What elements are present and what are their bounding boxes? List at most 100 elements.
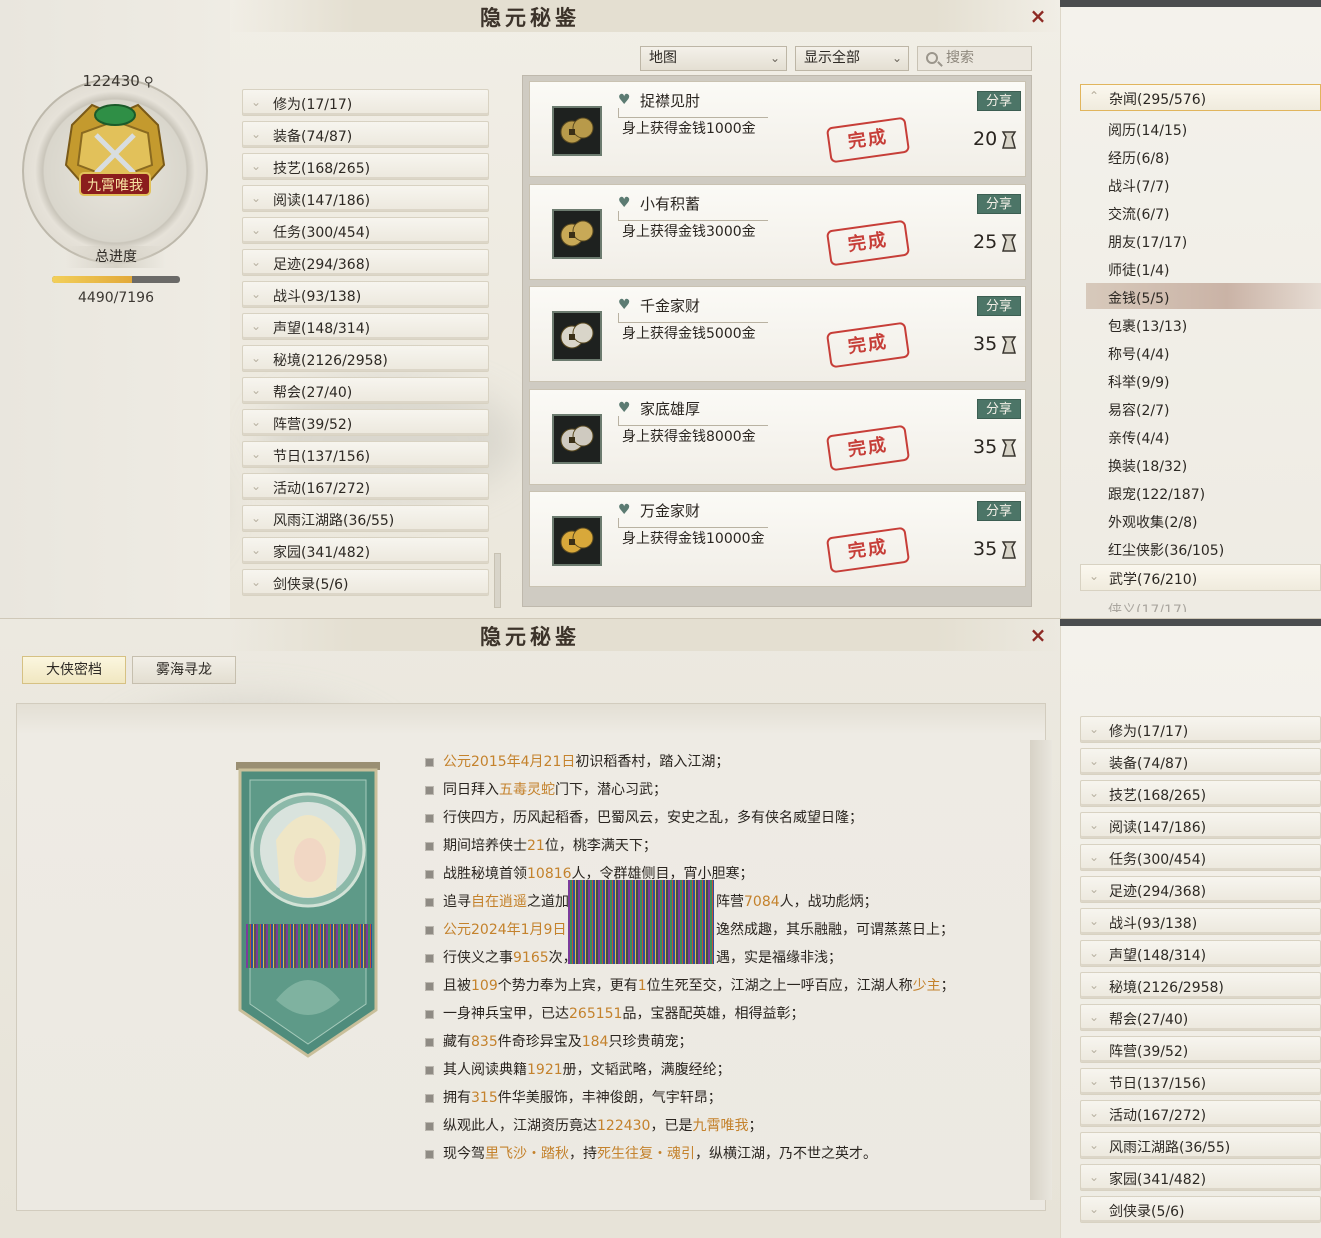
category-item-right-2[interactable]: ⌄ 技艺(168/265) xyxy=(1080,780,1321,807)
category-label: 装备(74/87) xyxy=(1109,756,1189,772)
category-item-8[interactable]: ⌄ 秘境(2126/2958) xyxy=(242,345,489,372)
bullet-icon xyxy=(425,785,434,795)
favorite-heart-icon[interactable]: ♥ xyxy=(618,400,631,416)
category-item-0[interactable]: ⌄ 修为(17/17) xyxy=(242,89,489,116)
subcategory-item[interactable]: 侠义(17/17) xyxy=(1108,600,1187,612)
category-item-right-12[interactable]: ⌄ 活动(167/272) xyxy=(1080,1100,1321,1127)
category-label: 修为(17/17) xyxy=(1109,724,1189,740)
category-item-4[interactable]: ⌄ 任务(300/454) xyxy=(242,217,489,244)
category-label: 声望(148/314) xyxy=(273,321,371,337)
category-item-right-9[interactable]: ⌄ 帮会(27/40) xyxy=(1080,1004,1321,1031)
category-item-right-0[interactable]: ⌄ 修为(17/17) xyxy=(1080,716,1321,743)
subcategory-item[interactable]: 换装(18/32) xyxy=(1108,456,1187,476)
panel-title: 隐元秘鉴 xyxy=(480,624,580,649)
category-item-14[interactable]: ⌄ 家园(341/482) xyxy=(242,537,489,564)
filter-select[interactable]: 显示全部 ⌄ xyxy=(795,46,909,71)
achievement-card[interactable]: ♥ 捉襟见肘 身上获得金钱1000金 分享 完成 20 xyxy=(529,81,1026,177)
chevron-down-icon: ⌄ xyxy=(251,159,262,173)
scrollbar[interactable] xyxy=(494,553,501,608)
subcategory-item[interactable]: 易容(2/7) xyxy=(1108,400,1169,420)
favorite-heart-icon[interactable]: ♥ xyxy=(618,502,631,518)
subcategory-item[interactable]: 包裹(13/13) xyxy=(1108,316,1187,336)
category-item-1[interactable]: ⌄ 装备(74/87) xyxy=(242,121,489,148)
close-icon[interactable]: × xyxy=(1027,625,1049,647)
category-item-right-6[interactable]: ⌄ 战斗(93/138) xyxy=(1080,908,1321,935)
category-item-13[interactable]: ⌄ 风雨江湖路(36/55) xyxy=(242,505,489,532)
close-icon[interactable]: × xyxy=(1027,6,1049,28)
completed-stamp: 完成 xyxy=(825,424,911,471)
bullet-icon xyxy=(425,897,434,907)
category-item-right-4[interactable]: ⌄ 任务(300/454) xyxy=(1080,844,1321,871)
bio-line: 一身神兵宝甲，已达265151品，宝器配英雄，相得益彰； xyxy=(425,1003,804,1023)
map-select[interactable]: 地图 ⌄ xyxy=(640,46,787,71)
chevron-down-icon: ⌄ xyxy=(769,51,780,65)
achievement-points: 35 xyxy=(973,333,998,355)
subcategory-item[interactable]: 朋友(17/17) xyxy=(1108,232,1187,252)
subcategory-item[interactable]: 红尘侠影(36/105) xyxy=(1108,540,1224,560)
subcategory-item[interactable]: 战斗(7/7) xyxy=(1108,176,1169,196)
category-item-right-13[interactable]: ⌄ 风雨江湖路(36/55) xyxy=(1080,1132,1321,1159)
subcategory-item[interactable]: 阅历(14/15) xyxy=(1108,120,1187,140)
bullet-icon xyxy=(425,757,434,767)
search-input[interactable]: 搜索 xyxy=(917,46,1032,71)
category-item-2[interactable]: ⌄ 技艺(168/265) xyxy=(242,153,489,180)
favorite-heart-icon[interactable]: ♥ xyxy=(618,92,631,108)
bullet-icon xyxy=(425,925,434,935)
category-item-right-7[interactable]: ⌄ 声望(148/314) xyxy=(1080,940,1321,967)
category-label: 声望(148/314) xyxy=(1109,948,1207,964)
chevron-down-icon: ⌄ xyxy=(251,479,262,493)
category-item-6[interactable]: ⌄ 战斗(93/138) xyxy=(242,281,489,308)
subcategory-item[interactable]: 金钱(5/5) xyxy=(1108,288,1169,308)
bullet-icon xyxy=(425,813,434,823)
panel-title: 隐元秘鉴 xyxy=(480,5,580,30)
subcategory-item[interactable]: 科举(9/9) xyxy=(1108,372,1169,392)
chevron-down-icon: ⌄ xyxy=(251,383,262,397)
subcategory-item[interactable]: 亲传(4/4) xyxy=(1108,428,1169,448)
category-label: 活动(167/272) xyxy=(273,481,371,497)
subcategory-item[interactable]: 外观收集(2/8) xyxy=(1108,512,1197,532)
subcategory-item[interactable]: 交流(6/7) xyxy=(1108,204,1169,224)
category-item-right-11[interactable]: ⌄ 节日(137/156) xyxy=(1080,1068,1321,1095)
tab-hero-archive[interactable]: 大侠密档 xyxy=(22,656,126,684)
subcategory-item[interactable]: 师徒(1/4) xyxy=(1108,260,1169,280)
category-item-right-5[interactable]: ⌄ 足迹(294/368) xyxy=(1080,876,1321,903)
category-item-10[interactable]: ⌄ 阵营(39/52) xyxy=(242,409,489,436)
share-button[interactable]: 分享 xyxy=(977,193,1021,214)
category-item-3[interactable]: ⌄ 阅读(147/186) xyxy=(242,185,489,212)
share-button[interactable]: 分享 xyxy=(977,398,1021,419)
achievement-card[interactable]: ♥ 小有积蓄 身上获得金钱3000金 分享 完成 25 xyxy=(529,183,1026,280)
category-item-15[interactable]: ⌄ 剑侠录(5/6) xyxy=(242,569,489,596)
subcategory-header[interactable]: ⌃ 杂闻(295/576) xyxy=(1080,84,1321,111)
favorite-heart-icon[interactable]: ♥ xyxy=(618,297,631,313)
subcategory-item[interactable]: 经历(6/8) xyxy=(1108,148,1169,168)
category-item-right-3[interactable]: ⌄ 阅读(147/186) xyxy=(1080,812,1321,839)
subcategory-header-next[interactable]: ⌄ 武学(76/210) xyxy=(1080,564,1321,591)
chevron-down-icon: ⌄ xyxy=(1089,914,1100,928)
bio-line: 公元2015年4月21日初识稻香村，踏入江湖； xyxy=(425,751,729,771)
achievement-card[interactable]: ♥ 家底雄厚 身上获得金钱8000金 分享 完成 35 xyxy=(529,388,1026,485)
chevron-down-icon: ⌄ xyxy=(251,351,262,365)
chevron-down-icon: ⌄ xyxy=(251,511,262,525)
subcategory-header-label: 武学(76/210) xyxy=(1109,572,1198,588)
tab-mist-sea[interactable]: 雾海寻龙 xyxy=(132,656,236,684)
achievement-card[interactable]: ♥ 万金家财 身上获得金钱10000金 分享 完成 35 xyxy=(529,491,1026,587)
category-item-12[interactable]: ⌄ 活动(167/272) xyxy=(242,473,489,500)
category-item-9[interactable]: ⌄ 帮会(27/40) xyxy=(242,377,489,404)
category-item-right-14[interactable]: ⌄ 家园(341/482) xyxy=(1080,1164,1321,1191)
share-button[interactable]: 分享 xyxy=(977,296,1021,316)
subcategory-item[interactable]: 称号(4/4) xyxy=(1108,344,1169,364)
category-item-7[interactable]: ⌄ 声望(148/314) xyxy=(242,313,489,340)
achievement-card[interactable]: ♥ 千金家财 身上获得金钱5000金 分享 完成 35 xyxy=(529,286,1026,382)
category-item-11[interactable]: ⌄ 节日(137/156) xyxy=(242,441,489,468)
category-item-right-10[interactable]: ⌄ 阵营(39/52) xyxy=(1080,1036,1321,1063)
share-button[interactable]: 分享 xyxy=(977,501,1021,521)
points-icon xyxy=(1001,336,1017,354)
chevron-down-icon: ⌄ xyxy=(1089,1202,1100,1216)
subcategory-item[interactable]: 跟宠(122/187) xyxy=(1108,484,1205,504)
favorite-heart-icon[interactable]: ♥ xyxy=(618,195,631,211)
category-item-5[interactable]: ⌄ 足迹(294/368) xyxy=(242,249,489,276)
category-item-right-1[interactable]: ⌄ 装备(74/87) xyxy=(1080,748,1321,775)
share-button[interactable]: 分享 xyxy=(977,91,1021,111)
category-item-right-8[interactable]: ⌄ 秘境(2126/2958) xyxy=(1080,972,1321,999)
category-item-right-15[interactable]: ⌄ 剑侠录(5/6) xyxy=(1080,1196,1321,1223)
